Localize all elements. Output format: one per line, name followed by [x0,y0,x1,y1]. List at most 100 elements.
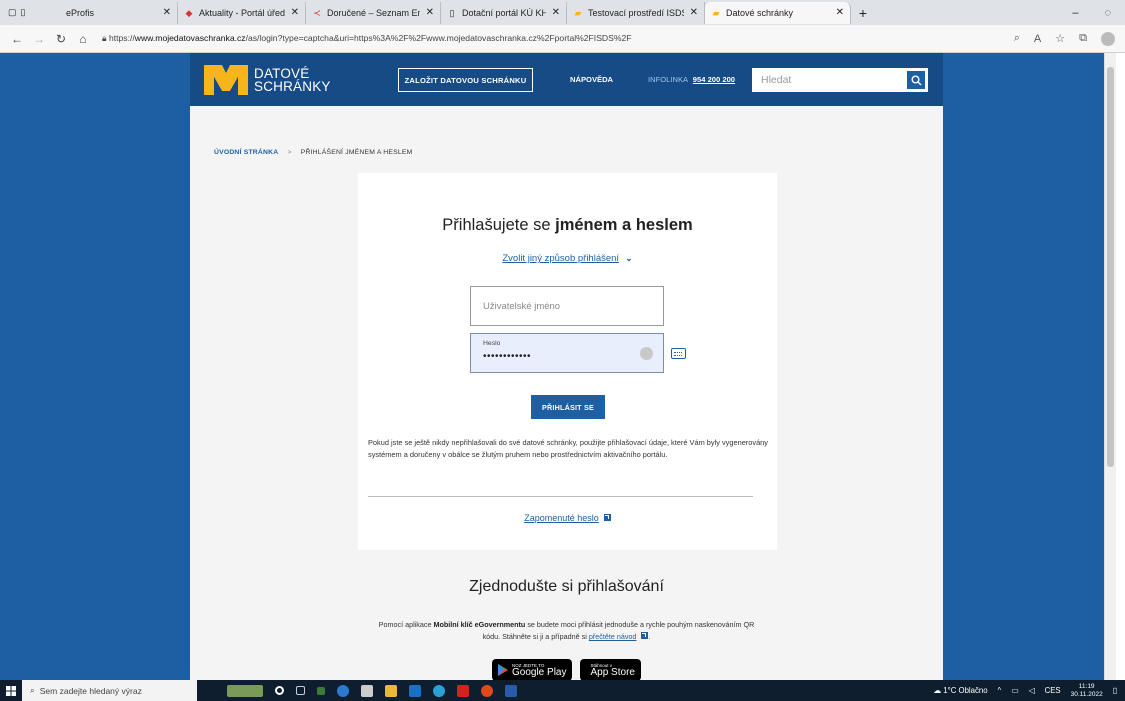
new-tab-button[interactable]: + [851,5,875,21]
help-link[interactable]: NÁPOVĚDA [570,75,613,84]
app-icon[interactable] [317,686,325,695]
forgot-password-link[interactable]: Zapomenuté heslo [358,513,777,523]
site-logo[interactable]: DATOVÉ SCHRÁNKY [204,65,331,95]
tray-chevron-icon[interactable]: ^ [998,686,1002,695]
notifications-icon[interactable]: ▯ [1113,686,1117,695]
password-field[interactable]: Heslo •••••••••••• [470,333,664,373]
tab-eprofis[interactable]: eProfis ✕ [60,1,178,24]
simplify-text: Pomocí aplikace Mobilní klíč eGovernment… [375,619,758,643]
collections-icon[interactable]: ⧉ [1079,32,1087,45]
outlook-icon[interactable] [409,684,421,697]
password-value: •••••••••••• [483,351,532,362]
site-container: DATOVÉ SCHRÁNKY ZALOŽIT DATOVOU SCHRÁNKU… [190,53,943,680]
avatar[interactable] [1101,31,1115,46]
weather-widget[interactable]: ☁ 1°C Oblačno [933,686,987,695]
zoom-icon[interactable]: ⌕ [1014,32,1020,45]
workspace-icon[interactable]: ▢ [8,7,17,18]
breadcrumb-home[interactable]: ÚVODNÍ STRÁNKA [214,149,278,156]
volume-icon[interactable]: ◁ [1029,686,1035,695]
alternative-login-toggle[interactable]: Zvolit jiný způsob přihlášení ⌄ [358,253,777,264]
app-store-badge[interactable]: Stáhnout v App Store [580,659,641,680]
home-icon[interactable]: ⌂ [72,32,94,46]
task-view-icon[interactable] [296,686,305,695]
create-databox-button[interactable]: ZALOŽIT DATOVOU SCHRÁNKU [398,68,533,92]
url-path: /as/login?type=captcha&uri=https%3A%2F%2… [245,33,632,43]
tab-datove-schranky[interactable]: ▰ Datové schránky ✕ [705,1,851,24]
keyboard-icon[interactable] [671,348,686,359]
minimize-button[interactable]: – [1072,7,1078,19]
page-title: Přihlašujete se jménem a heslem [358,216,777,235]
simplify-text-before: Pomocí aplikace [378,620,434,629]
close-icon[interactable]: ✕ [426,7,434,18]
close-icon[interactable]: ✕ [836,7,844,18]
breadcrumb-separator: > [287,149,292,156]
infoline-number[interactable]: 954 200 200 [693,75,735,84]
calculator-icon[interactable] [361,684,373,697]
search-box [752,68,928,92]
news-widget-icon[interactable] [227,684,263,697]
cloud-icon: ☁ [933,686,944,695]
favorite-icon[interactable]: ☆ [1055,32,1065,45]
tab-label: Dotační portál KÚ KHK [462,7,546,18]
file-explorer-icon[interactable] [385,684,397,697]
taskbar-search[interactable]: ⌕ Sem zadejte hledaný výraz [22,680,197,701]
divider [368,496,753,497]
lock-icon: 🔒︎ [102,33,109,43]
close-icon[interactable]: ✕ [163,7,171,18]
eye-icon[interactable] [640,347,653,360]
simplify-title: Zjednodušte si přihlašování [469,578,664,595]
sidebar-edge [1116,53,1125,680]
pdf-icon[interactable] [457,684,469,697]
network-icon[interactable]: ▭ [1011,686,1018,695]
logo-line2: SCHRÁNKY [254,79,331,94]
google-play-badge[interactable]: NOZ JEDTE TO Google Play [492,659,573,680]
browser-icon[interactable] [433,684,445,697]
tab-email[interactable]: ≺ Doručené – Seznam Email ✕ [306,1,441,24]
maximize-button[interactable]: ◌ [1104,7,1111,19]
apple-badge-big: App Store [590,666,635,678]
simplify-app-name: Mobilní klíč eGovernmentu [433,620,526,629]
close-icon[interactable]: ✕ [291,7,299,18]
cortana-icon[interactable] [275,686,284,695]
url-prefix: https:// [108,33,135,43]
forward-arrow-icon[interactable]: → [28,32,50,46]
taskbar-apps [227,684,517,697]
alt-login-label: Zvolit jiný způsob přihlášení [502,253,620,264]
tab-label: Testovací prostředí ISDS2023= [588,7,684,18]
window-controls: – ◌ [1072,7,1125,19]
breadcrumb: ÚVODNÍ STRÁNKA > PŘIHLÁŠENÍ JMÉNEM A HES… [214,149,412,156]
tab-actions: ▢ ▯ [0,7,60,18]
back-arrow-icon[interactable]: ← [6,32,28,46]
language-indicator[interactable]: CES [1045,686,1061,695]
word-icon[interactable] [505,684,517,697]
tab-dotacni[interactable]: ▯ Dotační portál KÚ KHK ✕ [441,1,567,24]
refresh-icon[interactable]: ↻ [50,32,72,46]
edge-icon[interactable] [337,684,349,697]
logo-mark-icon [204,65,248,95]
title-bold: jménem a heslem [555,216,693,234]
scrollbar-thumb[interactable] [1107,67,1114,467]
read-aloud-icon[interactable]: A [1034,33,1041,45]
external-link-icon [641,632,649,639]
firefox-icon[interactable] [481,684,493,697]
tab-testovaci[interactable]: ▰ Testovací prostředí ISDS2023= ✕ [567,1,705,24]
logo-text: DATOVÉ SCHRÁNKY [254,67,331,94]
tab-aktuality[interactable]: ◆ Aktuality - Portál úředníka ✕ [178,1,306,24]
tab-label: Aktuality - Portál úředníka [199,7,285,18]
address-bar: ← → ↻ ⌂ 🔒︎ https://www.mojedatovaschrank… [0,25,1125,53]
username-input[interactable] [471,287,663,325]
windows-start-button[interactable] [0,680,22,701]
portal-icon: ◆ [185,7,193,18]
guide-link[interactable]: přečtěte návod [589,632,637,641]
close-icon[interactable]: ✕ [552,7,560,18]
ds-icon: ▰ [574,7,582,18]
search-button[interactable] [907,71,925,89]
close-icon[interactable]: ✕ [690,7,698,18]
infoline: INFOLINKA 954 200 200 [648,75,735,84]
clock[interactable]: 11:19 30.11.2022 [1071,683,1103,699]
page-scrollbar[interactable] [1104,53,1116,680]
url-field[interactable]: 🔒︎ https://www.mojedatovaschranka.cz/as/… [102,33,1014,44]
login-button[interactable]: PŘIHLÁSIT SE [531,395,605,419]
search-input[interactable] [753,69,903,91]
clock-date: 30.11.2022 [1070,690,1103,698]
